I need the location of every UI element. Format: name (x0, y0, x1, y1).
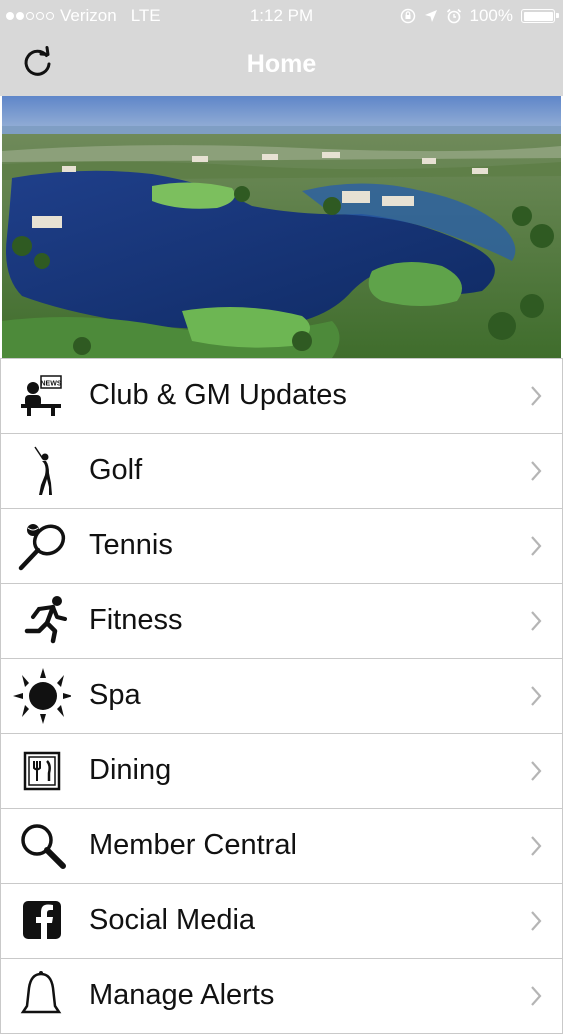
top-bar: Verizon LTE 1:12 PM 100% Home (0, 0, 563, 96)
chevron-right-icon (531, 461, 542, 481)
status-bar: Verizon LTE 1:12 PM 100% (0, 0, 563, 32)
menu-item-label: Tennis (89, 529, 173, 561)
golfer-icon (34, 446, 52, 495)
menu-item-spa[interactable]: Spa (0, 659, 563, 734)
menu-item-label: Social Media (89, 904, 256, 936)
menu-item-club-gm-updates[interactable]: NEWS Club & GM Updates (0, 358, 563, 434)
menu-item-dining[interactable]: Dining (0, 734, 563, 809)
hero-image (2, 96, 561, 358)
chevron-right-icon (531, 611, 542, 631)
menu-item-label: Dining (89, 754, 172, 786)
runner-icon (24, 596, 67, 644)
sun-icon (13, 668, 71, 724)
menu-item-golf[interactable]: Golf (0, 434, 563, 509)
menu-item-social-media[interactable]: Social Media (0, 884, 563, 959)
svg-text:NEWS: NEWS (41, 381, 62, 388)
status-right: 100% (400, 6, 559, 26)
menu-item-manage-alerts[interactable]: Manage Alerts (0, 959, 563, 1034)
chevron-right-icon (531, 911, 542, 931)
chevron-right-icon (531, 536, 542, 556)
location-arrow-icon (424, 10, 437, 22)
menu-item-member-central[interactable]: Member Central (0, 809, 563, 884)
rotation-lock-icon (400, 8, 415, 24)
menu-item-label: Golf (89, 454, 143, 486)
golf-course-aerial-photo (2, 96, 561, 358)
bell-icon (20, 971, 62, 1014)
menu-item-tennis[interactable]: Tennis (0, 509, 563, 584)
menu-item-label: Spa (89, 679, 141, 711)
page-title: Home (246, 50, 317, 78)
chevron-right-icon (531, 386, 542, 406)
navigation-bar: Home (0, 32, 563, 96)
facebook-icon (23, 901, 61, 939)
tennis-racket-icon (18, 524, 66, 571)
alarm-icon (446, 8, 461, 24)
home-menu: NEWS Club & GM Updates Golf Tennis Fitne… (0, 358, 563, 1034)
magnifier-icon (21, 824, 66, 869)
chevron-right-icon (531, 836, 542, 856)
menu-item-label: Club & GM Updates (89, 379, 347, 411)
menu-item-fitness[interactable]: Fitness (0, 584, 563, 659)
menu-item-label: Member Central (89, 829, 297, 861)
menu-item-label: Manage Alerts (89, 979, 275, 1011)
battery-percent: 100% (469, 6, 513, 25)
menu-item-label: Fitness (89, 604, 183, 636)
chevron-right-icon (531, 986, 542, 1006)
news-speaker-icon: NEWS (21, 375, 62, 416)
chevron-right-icon (531, 686, 542, 706)
battery-icon (521, 9, 559, 23)
chevron-right-icon (531, 761, 542, 781)
dining-utensils-icon (23, 751, 61, 791)
